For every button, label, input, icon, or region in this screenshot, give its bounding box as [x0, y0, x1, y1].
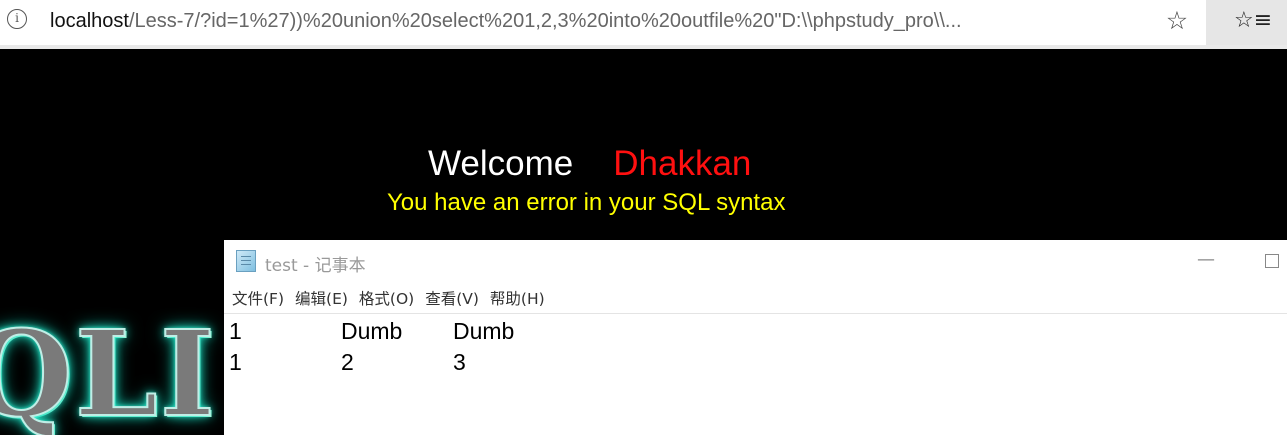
menu-edit[interactable]: 编辑(E)	[295, 287, 348, 311]
text-cell: 1	[229, 318, 242, 344]
info-icon[interactable]: i	[7, 9, 27, 29]
address-bar: i localhost/Less-7/?id=1%27))%20union%20…	[0, 0, 1287, 45]
favorites-list-icon: ☆≡	[1234, 8, 1273, 33]
url-field[interactable]: localhost/Less-7/?id=1%27))%20union%20se…	[50, 10, 962, 33]
menu-format[interactable]: 格式(O)	[359, 287, 414, 311]
notepad-text-area[interactable]: 1 Dumb Dumb 1 2 3	[229, 316, 565, 378]
text-cell: Dumb	[341, 318, 403, 344]
text-cell: 2	[341, 349, 354, 375]
welcome-heading: Welcome Dhakkan	[428, 144, 751, 184]
menu-file[interactable]: 文件(F)	[232, 287, 284, 311]
favorites-panel-button[interactable]: ☆≡	[1206, 0, 1287, 45]
menu-help[interactable]: 帮助(H)	[490, 287, 545, 311]
url-path: /Less-7/?id=1%27))%20union%20select%201,…	[128, 10, 962, 32]
text-cell: Dumb	[453, 318, 515, 344]
menubar-divider	[224, 313, 1287, 314]
notepad-window: test - 记事本 — 文件(F) 编辑(E) 格式(O) 查看(V) 帮助(H) 1…	[224, 240, 1287, 435]
text-line: 1 Dumb Dumb	[229, 316, 565, 347]
welcome-label: Welcome	[428, 144, 574, 183]
sql-error-message: You have an error in your SQL syntax	[387, 189, 786, 216]
welcome-name: Dhakkan	[613, 144, 752, 183]
url-host: localhost	[50, 10, 129, 32]
maximize-icon[interactable]	[1265, 254, 1279, 268]
notepad-app-icon	[236, 250, 256, 272]
notepad-menubar: 文件(F) 编辑(E) 格式(O) 查看(V) 帮助(H)	[224, 287, 548, 311]
text-line: 1 2 3	[229, 347, 565, 378]
sqli-logo: QLI	[0, 303, 217, 435]
menu-view[interactable]: 查看(V)	[425, 287, 479, 311]
text-cell: 1	[229, 349, 242, 375]
minimize-icon[interactable]: —	[1196, 248, 1216, 272]
add-favorite-star-icon[interactable]: ☆	[1164, 6, 1190, 36]
notepad-title: test - 记事本	[265, 256, 366, 276]
notepad-titlebar[interactable]: test - 记事本 —	[224, 240, 1287, 282]
text-cell: 3	[453, 349, 466, 375]
